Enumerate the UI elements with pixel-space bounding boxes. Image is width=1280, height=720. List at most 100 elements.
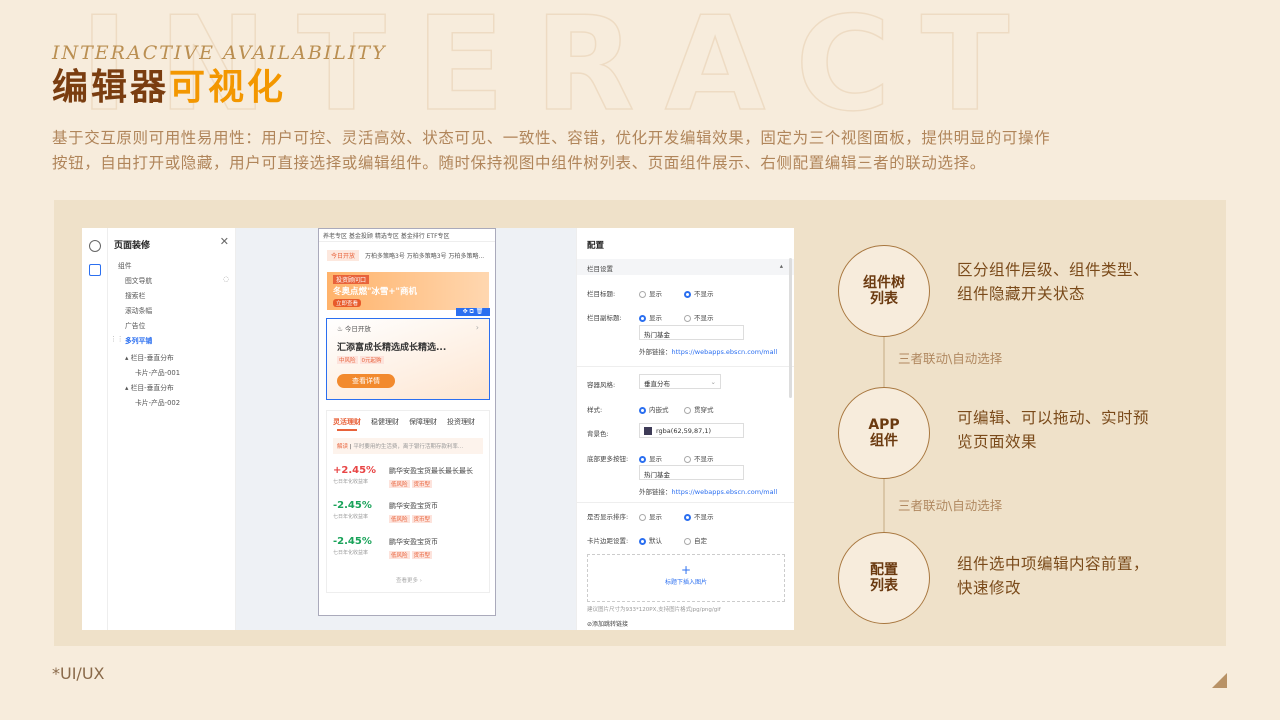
radio-hide[interactable]: 不显示 xyxy=(684,453,714,463)
feature-text: 可编辑、可以拖动、实时预览页面效果 xyxy=(957,409,1150,451)
card-title: 汇添富成长精选成长精选... xyxy=(337,343,447,353)
radio-through[interactable]: 贯穿式 xyxy=(684,404,714,414)
tab-active[interactable]: 灵活理财 xyxy=(333,417,361,427)
phone-preview: 养老专区 基金投顾 精选专区 基金排行 ETF专区 今日开放 万柏多策略3号 万… xyxy=(318,228,496,616)
card-pills: 中风险 0元起购 xyxy=(337,356,384,364)
preview-canvas: 养老专区 基金投顾 精选专区 基金排行 ETF专区 今日开放 万柏多策略3号 万… xyxy=(236,228,576,630)
drag-handle-icon[interactable]: ⋮⋮ xyxy=(110,335,124,343)
config-title: 配置 xyxy=(587,241,605,251)
field-label: 样式: xyxy=(587,406,603,414)
radio-show[interactable]: 显示 xyxy=(639,511,662,521)
tree-item[interactable]: ▴ 栏目-垂直分布 xyxy=(125,352,174,362)
external-link[interactable]: 外部链接：https://webapps.ebscn.com/mall xyxy=(639,346,777,356)
feature-circle-tree: 组件树 列表 xyxy=(838,245,930,337)
description: 基于交互原则可用性易用性：用户可控、灵活高效、状态可见、一致性、容错，优化开发编… xyxy=(52,129,1051,172)
product-list-card: 灵活理财 稳健理财 保障理财 投资理财 解读 | 平时要用的生活费，离于银行活期… xyxy=(326,410,490,593)
eye-hidden-icon[interactable]: ◌ xyxy=(223,275,229,283)
close-icon[interactable]: ✕ xyxy=(220,235,229,248)
more-link[interactable]: 查看更多 › xyxy=(327,576,491,584)
feature-circle-app: APP 组件 xyxy=(838,387,930,479)
radio-show[interactable]: 显示 xyxy=(639,453,662,463)
product-name: 鹏华安盈宝货币 xyxy=(389,502,438,510)
ticker-text: 万柏多策略3号 万柏多策略3号 万柏多策略... xyxy=(365,253,485,260)
more-input[interactable]: 热门基金 xyxy=(639,465,744,480)
radio-custom[interactable]: 自定 xyxy=(684,535,707,545)
product-row[interactable]: -2.45% 七日年化收益率 xyxy=(333,536,372,556)
field-label: 栏目副标题: xyxy=(587,314,622,322)
image-upload[interactable]: + 标题下插入图片 xyxy=(587,554,785,602)
tree-item[interactable]: 广告位 xyxy=(125,320,145,330)
chevron-up-icon: ▴ xyxy=(779,262,783,270)
product-row[interactable]: +2.45% 七日年化收益率 xyxy=(333,465,376,485)
footer-tag: *UI/UX xyxy=(52,664,105,683)
product-name: 鹏华安盈宝货币 xyxy=(389,538,438,546)
subtitle-input[interactable]: 热门基金 xyxy=(639,325,744,340)
radio-hide[interactable]: 不显示 xyxy=(684,312,714,322)
product-tags: 低风险 货币型 xyxy=(389,551,433,559)
tree-title: 页面装修 xyxy=(114,241,151,251)
field-label: 底部更多按钮: xyxy=(587,455,629,463)
layers-icon[interactable] xyxy=(89,264,101,276)
color-input[interactable]: rgba(62,59,87,1) xyxy=(639,423,744,438)
card-tag: ♨ 今日开放 xyxy=(337,325,371,333)
upload-hint: 建议图片尺寸为933*120PX,支持图片格式jpg/png/gif xyxy=(587,607,721,613)
divider xyxy=(577,366,794,367)
tree-item[interactable]: ▴ 栏目-垂直分布 xyxy=(125,382,174,392)
card-detail-button[interactable]: 查看详情 xyxy=(337,374,395,388)
top-tabs[interactable]: 养老专区 基金投顾 精选专区 基金排行 ETF专区 xyxy=(323,231,450,240)
radio-show[interactable]: 显示 xyxy=(639,312,662,322)
connector-label: 三者联动\自动选择 xyxy=(898,351,1003,366)
field-label: 容器风格: xyxy=(587,381,616,389)
radio-hide[interactable]: 不显示 xyxy=(684,288,714,298)
plus-icon: + xyxy=(680,563,692,577)
field-label: 背景色: xyxy=(587,430,609,438)
component-tree: 页面装修 ✕ 组件 图文导航 ◌ 搜索栏 滚动条幅 广告位 ⋮⋮ 多列平铺 ▴ … xyxy=(108,228,236,630)
connector-line xyxy=(883,337,885,387)
tree-item-selected[interactable]: 多列平铺 xyxy=(125,335,152,345)
radio-embedded[interactable]: 内嵌式 xyxy=(639,404,669,414)
page-title: 编辑器可视化 xyxy=(52,67,287,108)
section-header[interactable]: 栏目设置 ▴ xyxy=(577,259,794,275)
banner[interactable]: 投资顾问口 冬奥点燃"冰雪+"商机 立即查看 xyxy=(327,272,489,310)
ticker-tag: 今日开放 xyxy=(327,250,360,261)
tree-item[interactable]: 卡片-产品-002 xyxy=(135,397,180,407)
tree-item[interactable]: 滚动条幅 xyxy=(125,305,152,315)
style-select[interactable]: 垂直分布 ⌄ xyxy=(639,374,721,389)
tree-item[interactable]: 组件 xyxy=(118,260,132,270)
component-toolbar[interactable]: ✥ ⧉ 🗑 xyxy=(456,308,490,316)
external-link[interactable]: 外部链接：https://webapps.ebscn.com/mall xyxy=(639,486,777,496)
field-label: 卡片边距设置: xyxy=(587,537,629,545)
corner-triangle xyxy=(1212,673,1227,688)
product-tags: 低风险 货币型 xyxy=(389,515,433,523)
product-name: 鹏华安盈宝货最长最长最长 xyxy=(389,467,473,475)
page-icon[interactable] xyxy=(89,240,101,252)
feature-circle-config: 配置 列表 xyxy=(838,532,930,624)
radio-show[interactable]: 显示 xyxy=(639,288,662,298)
radio-default[interactable]: 默认 xyxy=(639,535,662,545)
notice-bar: 解读 | 平时要用的生活费，离于银行活期存款利率... xyxy=(333,438,483,454)
scrollbar[interactable] xyxy=(789,258,792,398)
config-panel: 配置 栏目设置 ▴ 栏目标题: 显示 不显示 栏目副标题: 显示 不显示 热门基… xyxy=(576,228,794,630)
tree-item[interactable]: 搜索栏 xyxy=(125,290,145,300)
feature-text: 组件选中项编辑内容前置，快速修改 xyxy=(957,555,1150,597)
field-label: 是否显示排序: xyxy=(587,513,629,521)
tree-item[interactable]: 图文导航 xyxy=(125,275,152,285)
radio-hide[interactable]: 不显示 xyxy=(684,511,714,521)
tree-item[interactable]: 卡片-产品-001 xyxy=(135,367,180,377)
connector-label: 三者联动\自动选择 xyxy=(898,498,1003,513)
selected-card[interactable]: ♨ 今日开放 › 汇添富成长精选成长精选... 中风险 0元起购 查看详情 xyxy=(326,318,490,400)
tab-underline xyxy=(337,429,357,431)
field-label: 栏目标题: xyxy=(587,290,616,298)
feature-text: 区分组件层级、组件类型、组件隐藏开关状态 xyxy=(957,261,1150,303)
divider xyxy=(577,502,794,503)
product-row[interactable]: -2.45% 七日年化收益率 xyxy=(333,500,372,520)
product-tags: 低风险 货币型 xyxy=(389,480,433,488)
connector-line xyxy=(883,479,885,534)
tab[interactable]: 保障理财 xyxy=(409,417,437,427)
editor-screenshot: 页面装修 ✕ 组件 图文导航 ◌ 搜索栏 滚动条幅 广告位 ⋮⋮ 多列平铺 ▴ … xyxy=(82,228,794,630)
add-link-button[interactable]: ⊘添加跳转链接 xyxy=(587,619,628,628)
chevron-right-icon: › xyxy=(475,323,479,332)
icon-rail xyxy=(82,228,108,630)
tab[interactable]: 稳健理财 xyxy=(371,417,399,427)
tab[interactable]: 投资理财 xyxy=(447,417,475,427)
